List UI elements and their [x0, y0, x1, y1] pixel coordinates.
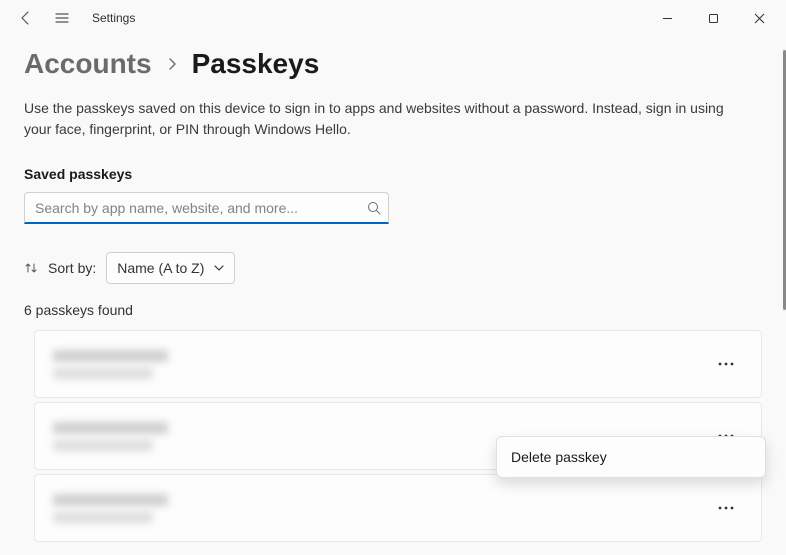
delete-passkey-menuitem[interactable]: Delete passkey — [501, 441, 761, 473]
window-controls — [644, 2, 782, 34]
passkey-detail-redacted — [53, 440, 153, 451]
passkey-name-redacted — [53, 494, 168, 506]
passkey-text — [53, 350, 168, 379]
more-options-button[interactable] — [711, 493, 741, 523]
passkey-text — [53, 422, 168, 451]
passkey-detail-redacted — [53, 512, 153, 523]
minimize-button[interactable] — [644, 2, 690, 34]
context-menu: Delete passkey — [496, 436, 766, 478]
titlebar-left: Settings — [4, 2, 135, 34]
menu-button[interactable] — [46, 2, 78, 34]
chevron-down-icon — [214, 263, 224, 273]
titlebar: Settings — [0, 0, 786, 36]
breadcrumb-parent[interactable]: Accounts — [24, 48, 152, 80]
results-count: 6 passkeys found — [24, 302, 762, 318]
sort-label: Sort by: — [48, 260, 96, 276]
sort-selected-value: Name (A to Z) — [117, 260, 204, 276]
chevron-right-icon — [166, 58, 178, 70]
search-wrap — [24, 192, 389, 224]
scrollbar[interactable] — [782, 46, 786, 346]
passkey-item[interactable] — [34, 474, 762, 542]
breadcrumb: Accounts Passkeys — [24, 48, 762, 80]
maximize-button[interactable] — [690, 2, 736, 34]
sort-row: Sort by: Name (A to Z) — [24, 252, 762, 284]
passkey-text — [53, 494, 168, 523]
content-area: Accounts Passkeys Use the passkeys saved… — [0, 36, 786, 542]
passkey-detail-redacted — [53, 368, 153, 379]
passkey-name-redacted — [53, 422, 168, 434]
passkey-name-redacted — [53, 350, 168, 362]
search-input[interactable] — [24, 192, 389, 224]
sort-icon — [24, 261, 38, 275]
sort-dropdown[interactable]: Name (A to Z) — [106, 252, 235, 284]
passkey-item[interactable] — [34, 330, 762, 398]
close-button[interactable] — [736, 2, 782, 34]
breadcrumb-current: Passkeys — [192, 48, 320, 80]
back-button[interactable] — [10, 2, 42, 34]
section-title: Saved passkeys — [24, 166, 762, 182]
app-name-label: Settings — [92, 11, 135, 25]
more-options-button[interactable] — [711, 349, 741, 379]
search-icon — [367, 201, 381, 215]
page-description: Use the passkeys saved on this device to… — [24, 98, 754, 140]
